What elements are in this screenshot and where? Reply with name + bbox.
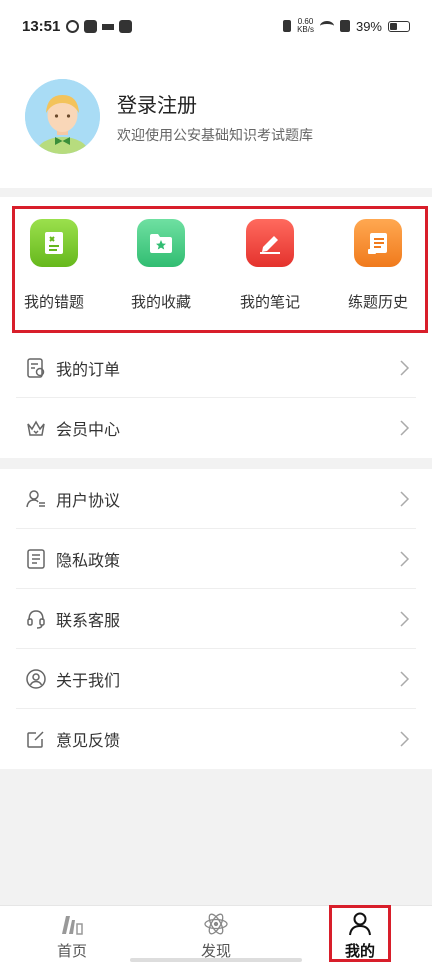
status-bar: 13:51 0.60 KB/s 39% [0,0,432,52]
chevron-right-icon [400,611,410,627]
menu-my-orders[interactable]: 我的订单 [16,338,416,398]
highlight-box-mine-tab [329,905,391,962]
tiktok-icon [84,19,98,33]
vibrate-icon [283,20,292,32]
sim-off-icon [339,20,350,32]
message-icon [119,19,133,33]
welcome-subtitle: 欢迎使用公安基础知识考试题库 [117,128,313,144]
headset-icon [24,607,48,631]
menu-user-agreement[interactable]: 用户协议 [16,469,416,529]
profile-header[interactable]: 登录注册 欢迎使用公安基础知识考试题库 [0,52,432,188]
user-agreement-icon [24,487,48,511]
battery-percent: 39% [355,18,382,34]
wifi-icon [319,21,334,31]
battery-icon [388,20,410,32]
chevron-right-icon [400,731,410,747]
order-icon [24,356,48,380]
menu-privacy-policy[interactable]: 隐私政策 [16,529,416,589]
chevron-right-icon [400,420,410,436]
tab-discover[interactable]: 发现 [144,906,288,964]
crown-status-icon [102,20,115,30]
chevron-right-icon [400,491,410,507]
crown-icon [24,416,48,440]
login-register-title[interactable]: 登录注册 [117,89,197,118]
menu-group-account: 我的订单 会员中心 [0,338,432,458]
tab-home[interactable]: 首页 [0,906,144,964]
home-indicator[interactable] [130,958,302,962]
highlight-box-quick-actions [12,206,428,333]
menu-group-info: 用户协议 隐私政策 联系客服 关于我们 意见反馈 [0,469,432,769]
status-time: 13:51 [22,17,61,35]
discover-icon [204,913,228,935]
home-icon [62,916,83,935]
menu-member-center[interactable]: 会员中心 [16,398,416,458]
net-speed: 0.60 KB/s [297,17,314,34]
chevron-right-icon [400,551,410,567]
sync-icon [66,19,80,33]
menu-feedback[interactable]: 意见反馈 [16,709,416,769]
menu-contact-service[interactable]: 联系客服 [16,589,416,649]
privacy-policy-icon [24,547,48,571]
chevron-right-icon [400,671,410,687]
feedback-icon [24,727,48,751]
menu-about-us[interactable]: 关于我们 [16,649,416,709]
chevron-right-icon [400,360,410,376]
about-icon [24,667,48,691]
avatar[interactable] [25,79,100,154]
